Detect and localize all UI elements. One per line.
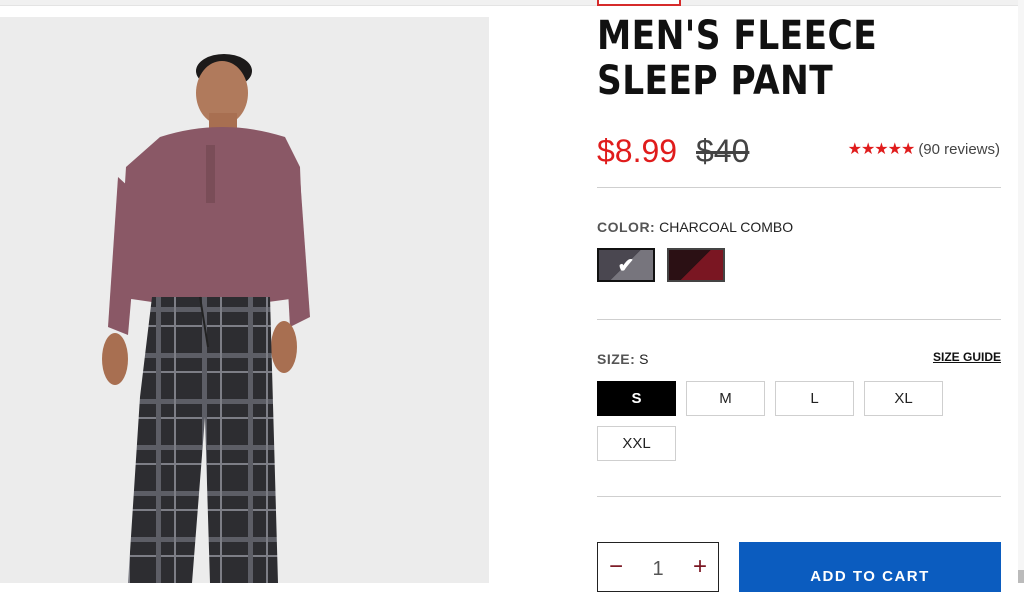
selected-size: S <box>639 351 649 367</box>
size-option-xl[interactable]: XL <box>864 381 943 416</box>
minus-icon[interactable]: − <box>598 555 634 579</box>
size-guide-link[interactable]: SIZE GUIDE <box>933 350 1001 364</box>
quantity-stepper[interactable]: − 1 + <box>597 542 719 592</box>
size-label: SIZE: <box>597 351 636 367</box>
promo-badge <box>597 0 681 6</box>
size-option-m[interactable]: M <box>686 381 765 416</box>
plus-icon[interactable]: + <box>682 555 718 579</box>
color-label-row: COLOR: CHARCOAL COMBO <box>597 219 793 235</box>
product-image[interactable] <box>0 17 489 583</box>
divider <box>597 496 1001 497</box>
divider <box>597 319 1001 320</box>
size-option-s[interactable]: S <box>597 381 676 416</box>
sale-price: $8.99 <box>597 133 678 169</box>
divider <box>597 187 1001 188</box>
selected-color: CHARCOAL COMBO <box>659 219 794 235</box>
top-divider <box>0 0 1024 6</box>
size-label-row: SIZE: S <box>597 351 649 367</box>
color-swatch-charcoal-combo[interactable]: ✔ <box>597 248 655 282</box>
scrollbar-thumb[interactable] <box>1018 570 1024 583</box>
quantity-value[interactable]: 1 <box>652 557 663 581</box>
model-photo <box>102 54 310 583</box>
review-count-link[interactable]: (90 reviews) <box>918 141 1000 158</box>
checkmark-icon: ✔ <box>617 254 635 277</box>
size-option-xxl[interactable]: XXL <box>597 426 676 461</box>
product-title: MEN'S FLEECE SLEEP PANT <box>597 13 878 104</box>
add-to-cart-button[interactable]: ADD TO CART <box>739 542 1001 592</box>
scrollbar[interactable] <box>1018 0 1024 583</box>
product-rating[interactable]: ★★★★★ (90 reviews) <box>848 139 1000 159</box>
star-rating-icon: ★★★★★ <box>847 141 916 158</box>
color-swatch-red-combo[interactable] <box>667 248 725 282</box>
size-option-l[interactable]: L <box>775 381 854 416</box>
regular-price: $40 <box>696 133 750 169</box>
color-label: COLOR: <box>597 219 656 235</box>
